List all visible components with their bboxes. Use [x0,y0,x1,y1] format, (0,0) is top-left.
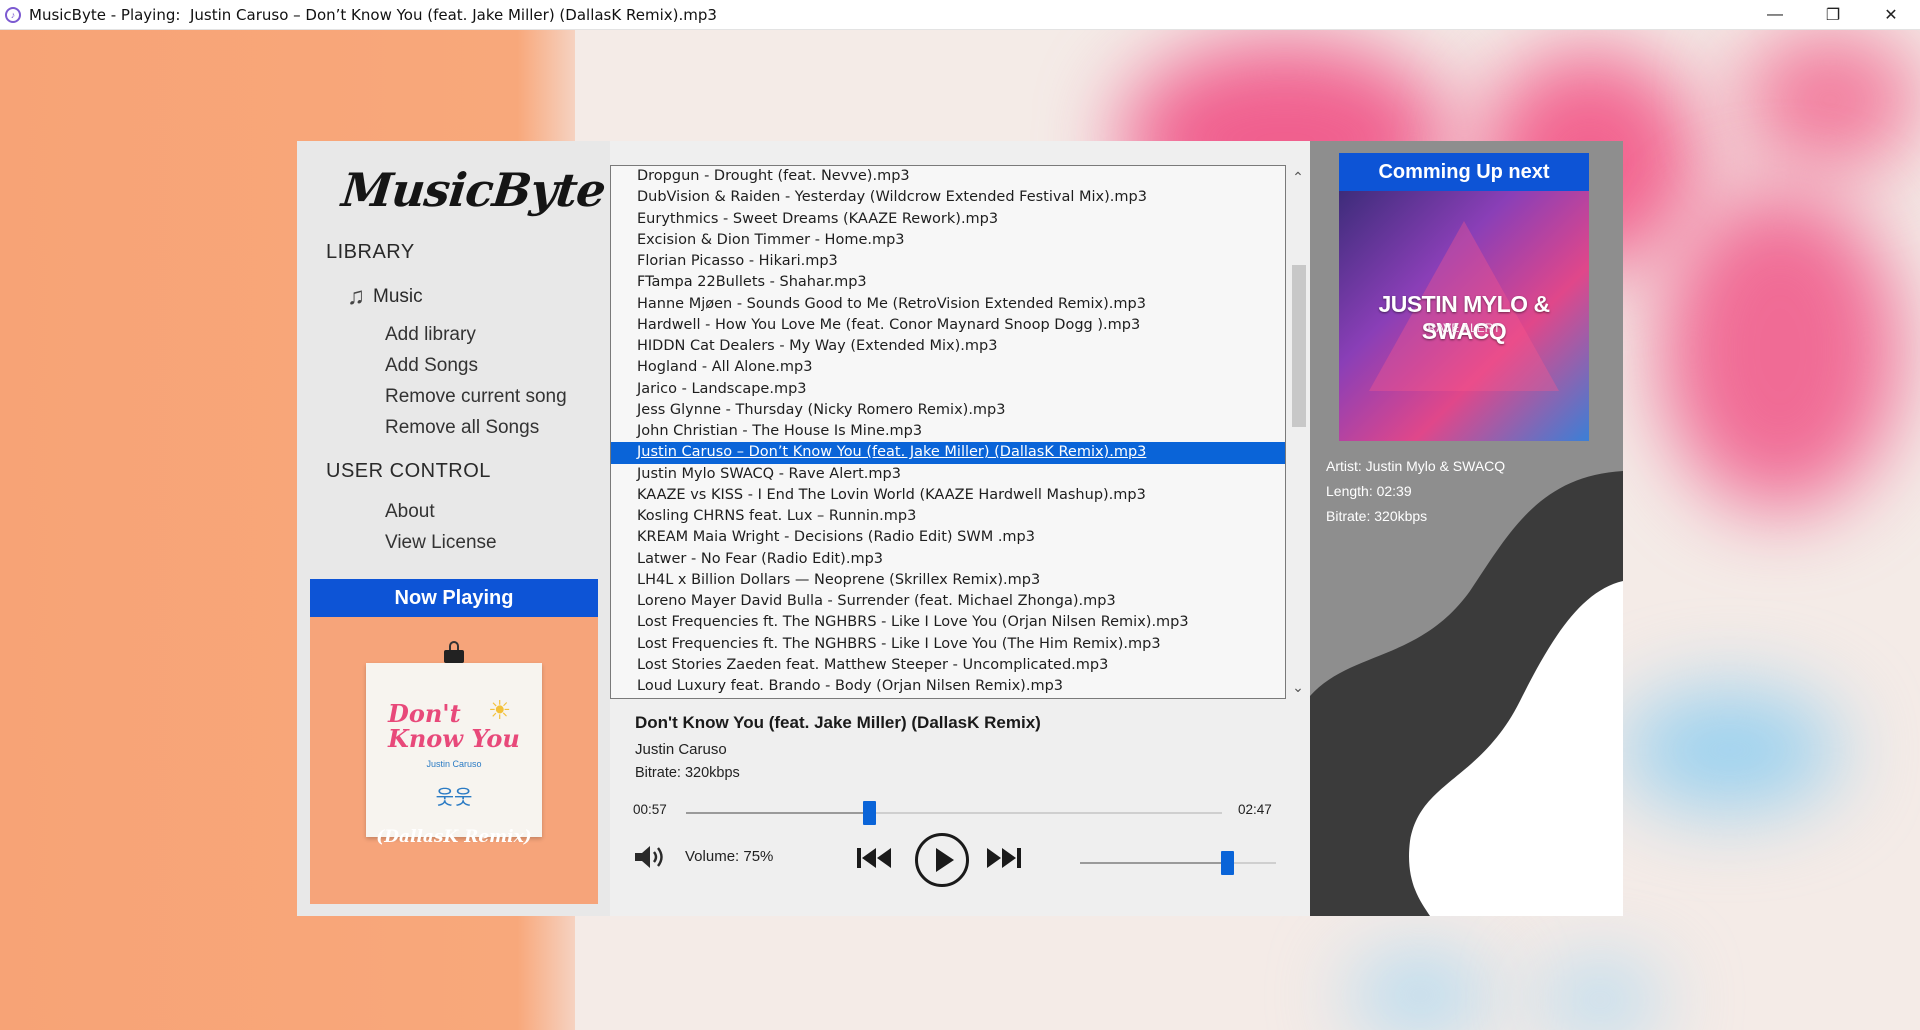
main-panel: Dropgun - Drought (feat. Nevve).mp3 DubVi… [610,141,1310,916]
about-link[interactable]: About [385,501,435,523]
playlist-item[interactable]: LH4L x Billion Dollars — Neoprene (Skril… [611,570,1285,591]
playlist-item[interactable]: John Christian - The House Is Mine.mp3 [611,421,1285,442]
previous-track-button[interactable] [855,845,895,871]
minimize-button[interactable]: — [1746,0,1804,30]
music-note-icon: ♫ [347,283,365,310]
binder-clip-icon [443,641,465,665]
title-bar: ♪ MusicByte - Playing: Justin Caruso – D… [0,0,1920,30]
close-button[interactable]: ✕ [1862,0,1920,30]
up-next-bitrate: Bitrate: 320kbps [1326,508,1428,524]
volume-label: Volume: 75% [685,848,774,865]
playlist-item[interactable]: Hanne Mjøen - Sounds Good to Me (RetroVi… [611,294,1285,315]
playlist-item[interactable]: Loud Luxury feat. Brando - Body (Orjan N… [611,676,1285,697]
playlist-item[interactable]: Hardwell - How You Love Me (feat. Conor … [611,315,1285,336]
playlist-item[interactable]: Excision & Dion Timmer - Home.mp3 [611,230,1285,251]
now-playing-panel: Now Playing Don't Know You ☀ Justin Carus… [310,579,598,904]
up-next-length: Length: 02:39 [1326,483,1412,499]
scroll-up-arrow-icon[interactable]: ⌃ [1286,169,1310,189]
song-title: Don't Know You (feat. Jake Miller) (Dall… [635,713,1041,732]
sidebar-item-music[interactable]: ♫ Music [347,283,423,311]
window-controls: — ❐ ✕ [1746,0,1920,30]
total-time: 02:47 [1238,802,1272,817]
seek-slider[interactable] [686,801,1222,825]
remove-current-song-link[interactable]: Remove current song [385,386,567,408]
add-songs-link[interactable]: Add Songs [385,355,478,377]
maximize-button[interactable]: ❐ [1804,0,1862,30]
playlist-item[interactable]: HIDDN Cat Dealers - My Way (Extended Mix… [611,336,1285,357]
library-heading: LIBRARY [326,241,415,263]
next-track-button[interactable] [983,845,1023,871]
now-playing-header: Now Playing [310,579,598,617]
app-icon: ♪ [5,6,21,23]
volume-icon[interactable] [633,843,669,871]
window-title: MusicByte - Playing: Justin Caruso – Don… [29,5,717,24]
add-library-link[interactable]: Add library [385,324,476,346]
playlist-item[interactable]: Florian Picasso - Hikari.mp3 [611,251,1285,272]
scrollbar-thumb[interactable] [1292,265,1306,427]
song-artist: Justin Caruso [635,741,727,758]
scroll-down-arrow-icon[interactable]: ⌄ [1286,679,1310,699]
music-label: Music [373,286,423,307]
up-next-artist: Artist: Justin Mylo & SWACQ [1326,458,1506,474]
now-playing-remix-label: (DallasK Remix) [376,827,532,847]
playlist-item[interactable]: DubVision & Raiden - Yesterday (Wildcrow… [611,187,1285,208]
playlist-item[interactable]: Lost Frequencies ft. The NGHBRS - Like I… [611,612,1285,633]
playlist-item-selected[interactable]: Justin Caruso – Don’t Know You (feat. Ja… [611,442,1285,464]
playlist-item[interactable]: Eurythmics - Sweet Dreams (KAAZE Rework)… [611,209,1285,230]
app-logo: MusicByte [339,163,608,217]
volume-slider[interactable] [1080,851,1276,875]
playlist-item[interactable]: Kosling CHRNS feat. Lux – Runnin.mp3 [611,506,1285,527]
up-next-panel: Comming Up next JUSTIN MYLO & SWACQ RAVE… [1310,141,1623,916]
playlist[interactable]: Dropgun - Drought (feat. Nevve).mp3 DubVi… [610,165,1286,699]
playlist-item[interactable]: KREAM Maia Wright - Decisions (Radio Edi… [611,527,1285,548]
up-next-header: Comming Up next [1339,153,1589,191]
play-icon [936,848,954,872]
playlist-item[interactable]: Latwer - No Fear (Radio Edit).mp3 [611,549,1285,570]
playlist-item[interactable]: Jarico - Landscape.mp3 [611,379,1285,400]
seek-slider-thumb[interactable] [862,801,876,825]
song-bitrate: Bitrate: 320kbps [635,765,740,781]
playlist-scrollbar[interactable]: ⌃ ⌄ [1286,165,1310,699]
playlist-item[interactable]: Lost Frequencies ft. The NGHBRS - Like I… [611,634,1285,655]
user-control-heading: USER CONTROL [326,460,491,482]
playlist-item[interactable]: Jess Glynne - Thursday (Nicky Romero Rem… [611,400,1285,421]
playlist-item[interactable]: Dropgun - Drought (feat. Nevve).mp3 [611,166,1285,187]
sidebar: MusicByte LIBRARY ♫ Music Add library Ad… [297,141,610,916]
figures-icon: 웃웃 [435,787,473,809]
current-time: 00:57 [633,802,667,817]
playlist-item[interactable]: Loreno Mayer David Bulla - Surrender (fe… [611,591,1285,612]
up-next-album-art: JUSTIN MYLO & SWACQ RAVE ALERT [1339,191,1589,441]
remove-all-songs-link[interactable]: Remove all Songs [385,417,539,439]
playlist-item[interactable]: Justin Mylo SWACQ - Rave Alert.mp3 [611,464,1285,485]
view-license-link[interactable]: View License [385,532,497,554]
playlist-item[interactable]: KAAZE vs KISS - I End The Lovin World (K… [611,485,1285,506]
playlist-item[interactable]: FTampa 22Bullets - Shahar.mp3 [611,272,1285,293]
playlist-item[interactable]: Lost Stories Zaeden feat. Matthew Steepe… [611,655,1285,676]
sun-icon: ☀ [488,695,512,725]
now-playing-album-art: Don't Know You ☀ Justin Caruso 웃웃 [366,663,542,837]
volume-slider-thumb[interactable] [1221,851,1234,875]
player-window: MusicByte LIBRARY ♫ Music Add library Ad… [297,141,1623,916]
playlist-item[interactable]: Hogland - All Alone.mp3 [611,357,1285,378]
play-button[interactable] [915,833,969,887]
